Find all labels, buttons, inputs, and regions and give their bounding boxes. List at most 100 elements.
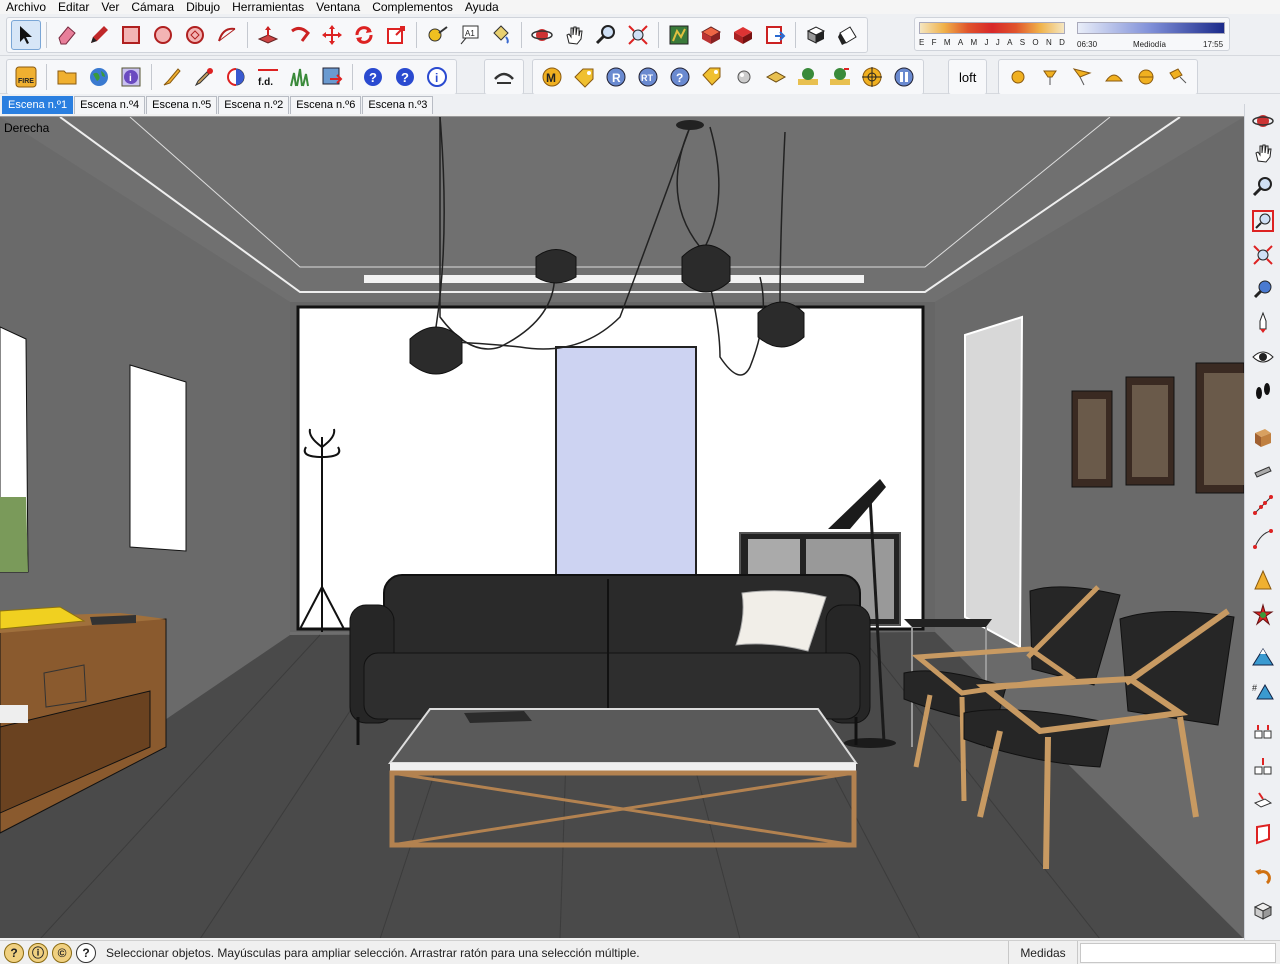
- curve-points-button[interactable]: [1248, 490, 1278, 520]
- pause-render-button[interactable]: [889, 62, 919, 92]
- sphere-light-button[interactable]: [729, 62, 759, 92]
- tab-scene-6[interactable]: Escena n.º6: [290, 96, 362, 114]
- eyedropper-button[interactable]: [189, 62, 219, 92]
- star-shape-button[interactable]: [1248, 600, 1278, 630]
- help-button[interactable]: ?: [358, 62, 388, 92]
- month-slider[interactable]: [919, 22, 1065, 34]
- eraser-tool-button[interactable]: [52, 20, 82, 50]
- credits-icon[interactable]: ⓘ: [28, 942, 48, 963]
- plane-light-button[interactable]: [761, 62, 791, 92]
- loft-button[interactable]: loft: [953, 62, 982, 92]
- bezier-button[interactable]: [1248, 524, 1278, 554]
- rectangle-tool-button[interactable]: [116, 20, 146, 50]
- tag-button[interactable]: [569, 62, 599, 92]
- sun-flag-button[interactable]: [1067, 62, 1097, 92]
- menu-herramientas[interactable]: Herramientas: [226, 0, 310, 14]
- menu-camara[interactable]: Cámara: [125, 0, 180, 14]
- menu-dibujo[interactable]: Dibujo: [180, 0, 226, 14]
- orbit-side-button[interactable]: [1248, 106, 1278, 136]
- measurements-field[interactable]: [1080, 943, 1276, 963]
- copyright-icon[interactable]: ©: [52, 942, 72, 963]
- tape-measure-tool-button[interactable]: [422, 20, 452, 50]
- stamp-button[interactable]: [1248, 752, 1278, 782]
- tube-button[interactable]: [1248, 456, 1278, 486]
- look-around-button[interactable]: [1248, 342, 1278, 372]
- smoove-button[interactable]: [1248, 718, 1278, 748]
- pan-side-button[interactable]: [1248, 138, 1278, 168]
- zoom-side-button[interactable]: [1248, 172, 1278, 202]
- menu-ventana[interactable]: Ventana: [310, 0, 366, 14]
- fog-button[interactable]: [833, 20, 863, 50]
- model-info-button[interactable]: i: [116, 62, 146, 92]
- tab-scene-3[interactable]: Escena n.º3: [362, 96, 434, 114]
- zoom-extents-side-button[interactable]: [1248, 240, 1278, 270]
- fd-button[interactable]: f.d.: [253, 62, 283, 92]
- style-brush-button[interactable]: [157, 62, 187, 92]
- push-pull-tool-button[interactable]: [253, 20, 283, 50]
- share-component-button[interactable]: [760, 20, 790, 50]
- sun-sphere-button[interactable]: [1003, 62, 1033, 92]
- menu-archivo[interactable]: Archivo: [0, 0, 52, 14]
- info-button[interactable]: i: [422, 62, 452, 92]
- text-tool-button[interactable]: A1: [454, 20, 484, 50]
- cube-view-button[interactable]: [1248, 896, 1278, 926]
- arc-tool-button[interactable]: [212, 20, 242, 50]
- sun-dome-button[interactable]: [1099, 62, 1129, 92]
- sun-half-sphere-button[interactable]: [1131, 62, 1161, 92]
- tab-scene-4[interactable]: Escena n.º4: [74, 96, 146, 114]
- proxy-export-button[interactable]: [825, 62, 855, 92]
- orbit-tool-button[interactable]: [527, 20, 557, 50]
- paint-bucket-tool-button[interactable]: [486, 20, 516, 50]
- section-plane-button[interactable]: [1248, 422, 1278, 452]
- pencil-tool-button[interactable]: [84, 20, 114, 50]
- grass-button[interactable]: [285, 62, 315, 92]
- sun-spot-button[interactable]: [1035, 62, 1065, 92]
- walk-button[interactable]: [1248, 376, 1278, 406]
- material-tag-button[interactable]: [697, 62, 727, 92]
- proxy-tree-button[interactable]: [793, 62, 823, 92]
- zoom-window-button[interactable]: [1248, 206, 1278, 236]
- sandbox-contours-button[interactable]: [1248, 642, 1278, 672]
- sandbox-scratch-button[interactable]: #: [1248, 676, 1278, 706]
- move-tool-button[interactable]: [317, 20, 347, 50]
- help-context-button[interactable]: ?: [390, 62, 420, 92]
- circle-tool-button[interactable]: [148, 20, 178, 50]
- zoom-tool-button[interactable]: [591, 20, 621, 50]
- menu-editar[interactable]: Editar: [52, 0, 95, 14]
- open-folder-button[interactable]: [52, 62, 82, 92]
- realtime-render-button[interactable]: RT: [633, 62, 663, 92]
- follow-me-tool-button[interactable]: [285, 20, 315, 50]
- fire-plugin-button[interactable]: FIRE: [11, 62, 41, 92]
- zoom-extents-button[interactable]: [623, 20, 653, 50]
- scale-tool-button[interactable]: [381, 20, 411, 50]
- time-slider[interactable]: [1077, 22, 1225, 34]
- render-help-button[interactable]: ?: [665, 62, 695, 92]
- geo-location-button[interactable]: [84, 62, 114, 92]
- 3d-viewport[interactable]: Derecha: [0, 116, 1244, 938]
- instructor-help-icon[interactable]: ?: [76, 942, 96, 963]
- polygon-tool-button[interactable]: [180, 20, 210, 50]
- xray-button[interactable]: [221, 62, 251, 92]
- select-tool-button[interactable]: [11, 20, 41, 50]
- tab-scene-5[interactable]: Escena n.º5: [146, 96, 218, 114]
- export-image-button[interactable]: [317, 62, 347, 92]
- render-button[interactable]: R: [601, 62, 631, 92]
- flip-edge-button[interactable]: [1248, 820, 1278, 850]
- position-camera-button[interactable]: [1248, 308, 1278, 338]
- rotate-tool-button[interactable]: [349, 20, 379, 50]
- drape-button[interactable]: [1248, 786, 1278, 816]
- material-editor-button[interactable]: M: [537, 62, 567, 92]
- tab-scene-1[interactable]: Escena n.º1: [2, 96, 74, 114]
- sun-ies-button[interactable]: [1163, 62, 1193, 92]
- weld-button[interactable]: [489, 62, 519, 92]
- undo-curve-button[interactable]: [1248, 862, 1278, 892]
- share-model-button[interactable]: [728, 20, 758, 50]
- menu-ver[interactable]: Ver: [95, 0, 125, 14]
- pan-tool-button[interactable]: [559, 20, 589, 50]
- sandbox-cone-button[interactable]: [1248, 566, 1278, 596]
- components-button[interactable]: [696, 20, 726, 50]
- tab-scene-2[interactable]: Escena n.º2: [218, 96, 290, 114]
- 3d-warehouse-button[interactable]: [664, 20, 694, 50]
- target-button[interactable]: [857, 62, 887, 92]
- georeference-icon[interactable]: ?: [4, 942, 24, 963]
